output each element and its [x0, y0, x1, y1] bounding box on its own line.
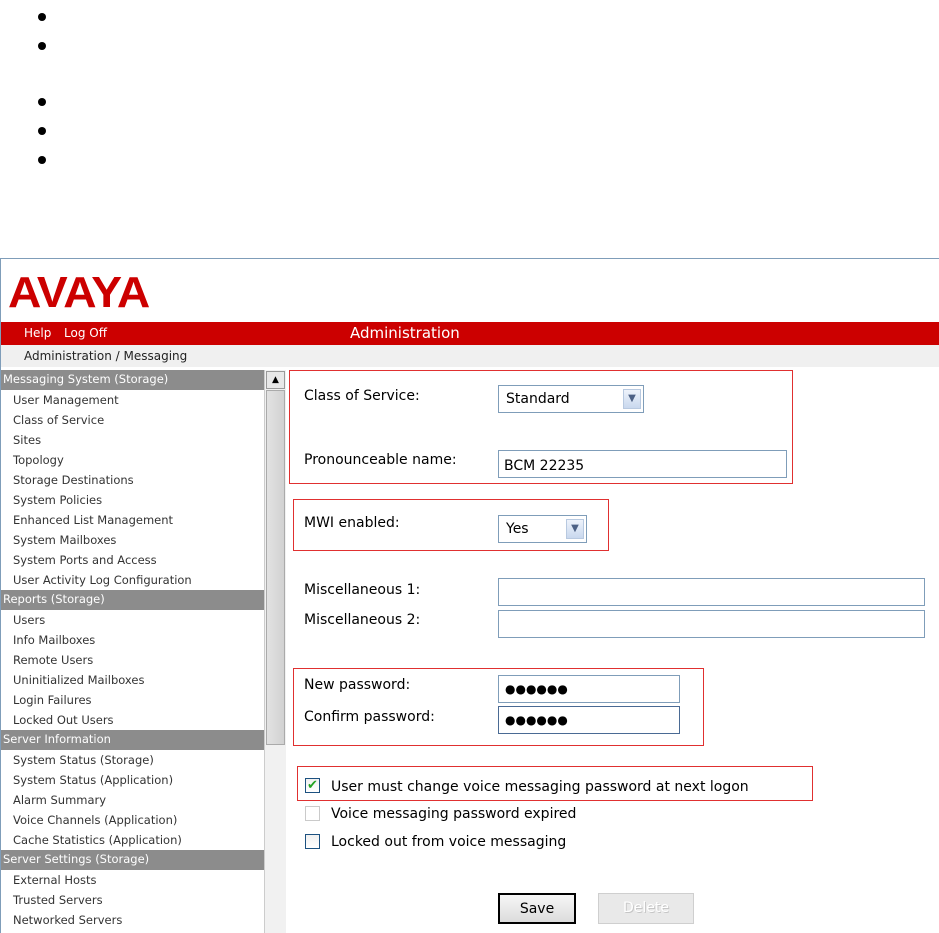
class-of-service-label: Class of Service:: [304, 388, 420, 404]
sidebar-item-system-status-storage[interactable]: System Status (Storage): [1, 750, 264, 770]
sidebar-item-alarm-summary[interactable]: Alarm Summary: [1, 790, 264, 810]
sidebar-item-login-failures[interactable]: Login Failures: [1, 690, 264, 710]
sidebar-item-topology[interactable]: Topology: [1, 450, 264, 470]
password-expired-checkbox[interactable]: [305, 806, 320, 821]
sidebar-item-networked-servers[interactable]: Networked Servers: [1, 910, 264, 930]
bullet-point: [38, 127, 46, 135]
breadcrumb: Administration / Messaging: [1, 345, 939, 367]
sidebar-item-user-activity-log-configuration[interactable]: User Activity Log Configuration: [1, 570, 264, 590]
sidebar-item-uninitialized-mailboxes[interactable]: Uninitialized Mailboxes: [1, 670, 264, 690]
delete-button[interactable]: Delete: [598, 893, 694, 924]
pronounceable-name-input[interactable]: BCM 22235: [498, 450, 787, 478]
sidebar-item-system-mailboxes[interactable]: System Mailboxes: [1, 530, 264, 550]
new-password-input[interactable]: ●●●●●●: [498, 675, 680, 703]
misc1-label: Miscellaneous 1:: [304, 582, 421, 598]
scrollbar-thumb[interactable]: [266, 390, 285, 745]
misc1-input[interactable]: [498, 578, 925, 606]
mwi-enabled-label: MWI enabled:: [304, 515, 400, 531]
page-title: Administration: [350, 324, 460, 342]
sidebar-item-external-hosts[interactable]: External Hosts: [1, 870, 264, 890]
sidebar-item-info-mailboxes[interactable]: Info Mailboxes: [1, 630, 264, 650]
sidebar-item-class-of-service[interactable]: Class of Service: [1, 410, 264, 430]
save-button[interactable]: Save: [498, 893, 576, 924]
scroll-up-arrow-icon[interactable]: ▲: [266, 371, 285, 389]
avaya-logo: AVAYA: [8, 268, 150, 317]
sidebar-item-cache-statistics[interactable]: Cache Statistics (Application): [1, 830, 264, 850]
bullet-point: [38, 42, 46, 50]
bullet-point: [38, 13, 46, 21]
logoff-link[interactable]: Log Off: [64, 326, 107, 340]
chevron-down-icon[interactable]: ▼: [623, 389, 641, 409]
sidebar-item-locked-out-users[interactable]: Locked Out Users: [1, 710, 264, 730]
sidebar-item-users[interactable]: Users: [1, 610, 264, 630]
sidebar-item-user-management[interactable]: User Management: [1, 390, 264, 410]
mwi-enabled-value: Yes: [506, 521, 529, 537]
locked-out-checkbox[interactable]: [305, 834, 320, 849]
sidebar-item-enhanced-list-management[interactable]: Enhanced List Management: [1, 510, 264, 530]
sidebar-item-trusted-servers[interactable]: Trusted Servers: [1, 890, 264, 910]
breadcrumb-text: Administration / Messaging: [24, 349, 188, 363]
pronounceable-name-label: Pronounceable name:: [304, 452, 457, 468]
sidebar-scrollbar[interactable]: ▲: [264, 370, 286, 933]
checkmark-icon: ✔: [307, 778, 318, 793]
sidebar-item-system-ports-and-access[interactable]: System Ports and Access: [1, 550, 264, 570]
sidebar-item-remote-users[interactable]: Remote Users: [1, 650, 264, 670]
must-change-password-label: User must change voice messaging passwor…: [331, 779, 749, 795]
confirm-password-label: Confirm password:: [304, 709, 435, 725]
bullet-point: [38, 98, 46, 106]
locked-out-label: Locked out from voice messaging: [331, 834, 567, 850]
sidebar-nav: Messaging System (Storage) User Manageme…: [1, 370, 264, 933]
sidebar-item-system-status-application[interactable]: System Status (Application): [1, 770, 264, 790]
new-password-label: New password:: [304, 677, 411, 693]
sidebar-item-storage-destinations[interactable]: Storage Destinations: [1, 470, 264, 490]
class-of-service-select[interactable]: Standard ▼: [498, 385, 644, 413]
sidebar-item-voice-channels[interactable]: Voice Channels (Application): [1, 810, 264, 830]
misc2-label: Miscellaneous 2:: [304, 612, 421, 628]
chevron-down-icon[interactable]: ▼: [566, 519, 584, 539]
bullet-point: [38, 156, 46, 164]
confirm-password-input[interactable]: ●●●●●●: [498, 706, 680, 734]
sidebar-section-messaging-system[interactable]: Messaging System (Storage): [1, 370, 264, 390]
password-expired-label: Voice messaging password expired: [331, 806, 577, 822]
sidebar-section-server-information[interactable]: Server Information: [1, 730, 264, 750]
sidebar-section-reports[interactable]: Reports (Storage): [1, 590, 264, 610]
help-link[interactable]: Help: [24, 326, 51, 340]
must-change-password-checkbox[interactable]: ✔: [305, 778, 320, 793]
admin-window: AVAYA Help Log Off Administration Admini…: [0, 258, 939, 933]
sidebar-section-server-settings[interactable]: Server Settings (Storage): [1, 850, 264, 870]
misc2-input[interactable]: [498, 610, 925, 638]
mwi-enabled-select[interactable]: Yes ▼: [498, 515, 587, 543]
class-of-service-value: Standard: [506, 391, 570, 407]
sidebar-item-sites[interactable]: Sites: [1, 430, 264, 450]
sidebar-item-system-policies[interactable]: System Policies: [1, 490, 264, 510]
header-bar: Help Log Off Administration: [1, 322, 939, 345]
